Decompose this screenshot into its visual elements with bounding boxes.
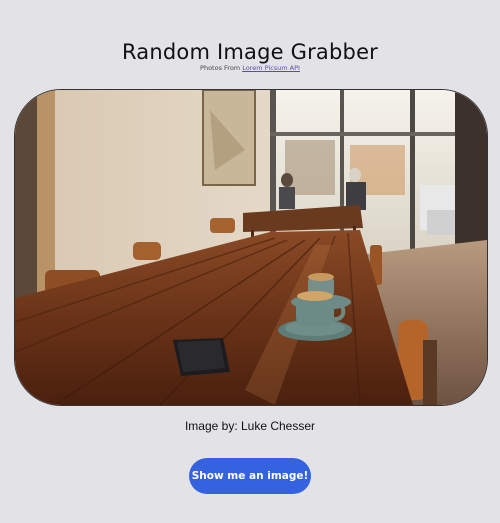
page-title: Random Image Grabber xyxy=(121,40,379,65)
author-prefix: Image by: xyxy=(184,419,241,433)
author-name: Luke Chesser xyxy=(240,419,316,433)
show-image-button[interactable]: Show me an image! xyxy=(189,458,311,494)
photo-credit-line: Photos From Lorem Picsum API xyxy=(0,64,500,72)
page: Random Image Grabber Photos From Lorem P… xyxy=(0,0,500,523)
lorem-picsum-link[interactable]: Lorem Picsum API xyxy=(242,64,300,72)
random-image xyxy=(15,90,487,405)
cafe-photo-illustration xyxy=(15,90,487,405)
image-author: Image by: Luke Chesser xyxy=(0,419,500,433)
credit-prefix: Photos From xyxy=(200,64,243,72)
